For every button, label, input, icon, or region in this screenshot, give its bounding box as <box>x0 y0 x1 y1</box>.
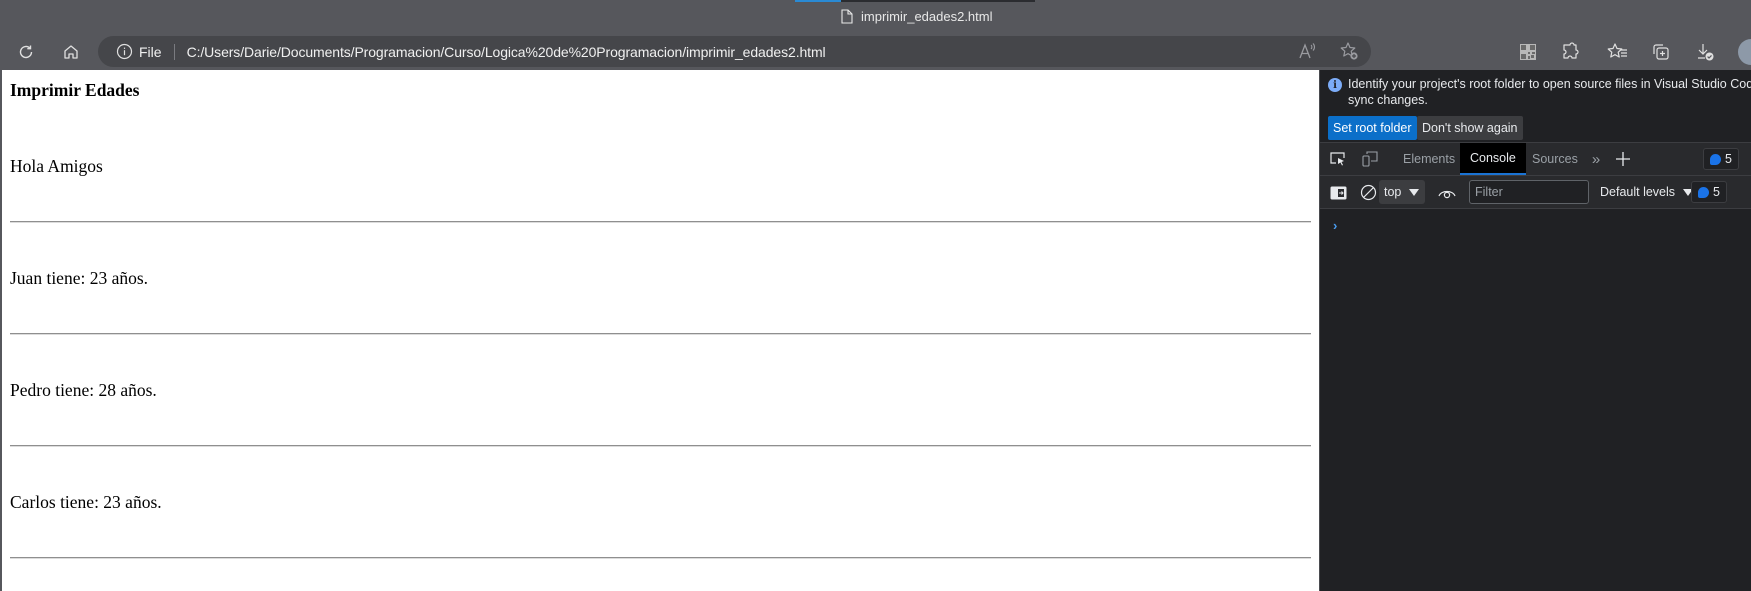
divider <box>10 557 1311 559</box>
info-icon[interactable] <box>115 43 133 61</box>
divider <box>10 333 1311 335</box>
address-bar[interactable]: File C:/Users/Darie/Documents/Programaci… <box>98 36 1371 67</box>
page-heading: Imprimir Edades <box>10 80 140 100</box>
message-icon <box>1698 186 1709 198</box>
extensions-icon[interactable] <box>1557 39 1583 65</box>
sidebar-toggle-icon[interactable] <box>1328 183 1348 203</box>
read-aloud-icon[interactable] <box>1297 41 1317 66</box>
info-icon: i <box>1328 78 1342 92</box>
age-line: Pedro tiene: 28 años. <box>10 380 157 400</box>
qr-code-icon[interactable] <box>1515 39 1541 65</box>
profile-avatar[interactable] <box>1738 39 1751 65</box>
tab-title: imprimir_edades2.html <box>861 8 993 24</box>
issues-badge[interactable]: 5 <box>1703 148 1739 170</box>
page-content: Imprimir Edades Hola Amigos Juan tiene: … <box>2 70 1319 591</box>
scheme-label: File <box>139 43 162 60</box>
console-toolbar: top Filter Default levels 5 <box>1320 176 1751 209</box>
context-value: top <box>1384 185 1402 199</box>
divider <box>10 445 1311 447</box>
home-icon[interactable] <box>58 39 84 65</box>
dont-show-again-button[interactable]: Don't show again <box>1417 116 1523 140</box>
greeting-text: Hola Amigos <box>10 156 103 176</box>
tab-strip: imprimir_edades2.html <box>0 0 1751 33</box>
message-icon <box>1710 153 1721 165</box>
url-text[interactable]: C:/Users/Darie/Documents/Programacion/Cu… <box>187 44 826 60</box>
log-levels-dropdown[interactable]: Default levels <box>1600 180 1694 204</box>
issues-count: 5 <box>1725 152 1732 166</box>
chevron-down-icon <box>1409 188 1420 196</box>
filter-input[interactable]: Filter <box>1469 180 1589 204</box>
console-prompt[interactable]: › <box>1333 218 1337 233</box>
inspect-element-icon[interactable] <box>1328 149 1348 169</box>
downloads-icon[interactable] <box>1692 39 1718 65</box>
live-expression-eye-icon[interactable] <box>1437 183 1457 203</box>
context-select[interactable]: top <box>1379 180 1425 204</box>
collections-icon[interactable] <box>1648 39 1674 65</box>
reload-icon[interactable] <box>13 39 39 65</box>
infobar-message: Identify your project's root folder to o… <box>1348 77 1751 91</box>
file-icon <box>841 8 853 24</box>
clear-console-icon[interactable] <box>1358 182 1378 202</box>
console-issues-badge[interactable]: 5 <box>1691 181 1727 203</box>
favorites-icon[interactable] <box>1605 39 1631 65</box>
set-root-folder-button[interactable]: Set root folder <box>1328 116 1417 140</box>
browser-toolbar: File C:/Users/Darie/Documents/Programaci… <box>0 33 1751 96</box>
more-tabs-icon[interactable]: » <box>1588 151 1604 168</box>
address-separator <box>173 43 175 60</box>
add-favorite-icon[interactable] <box>1339 41 1359 66</box>
tab-console[interactable]: Console <box>1460 143 1526 175</box>
divider <box>10 221 1311 223</box>
devtools-infobar: i Identify your project's root folder to… <box>1320 70 1751 143</box>
tab-edge <box>841 0 1035 2</box>
tab-elements[interactable]: Elements <box>1393 143 1465 175</box>
infobar-message-cont: sync changes. <box>1348 93 1428 107</box>
age-line: Carlos tiene: 23 años. <box>10 492 162 512</box>
devtools-panel: i Identify your project's root folder to… <box>1319 70 1751 591</box>
browser-tab[interactable]: imprimir_edades2.html <box>841 6 993 26</box>
tab-active-indicator <box>795 0 841 2</box>
tab-sources[interactable]: Sources <box>1522 143 1588 175</box>
devtools-tabbar: Elements Console Sources » 5 <box>1320 143 1751 176</box>
log-levels-label: Default levels <box>1600 185 1676 199</box>
device-toolbar-icon[interactable] <box>1360 149 1380 169</box>
age-line: Juan tiene: 23 años. <box>10 268 149 288</box>
add-tab-icon[interactable] <box>1613 149 1633 169</box>
console-issues-count: 5 <box>1713 185 1720 199</box>
